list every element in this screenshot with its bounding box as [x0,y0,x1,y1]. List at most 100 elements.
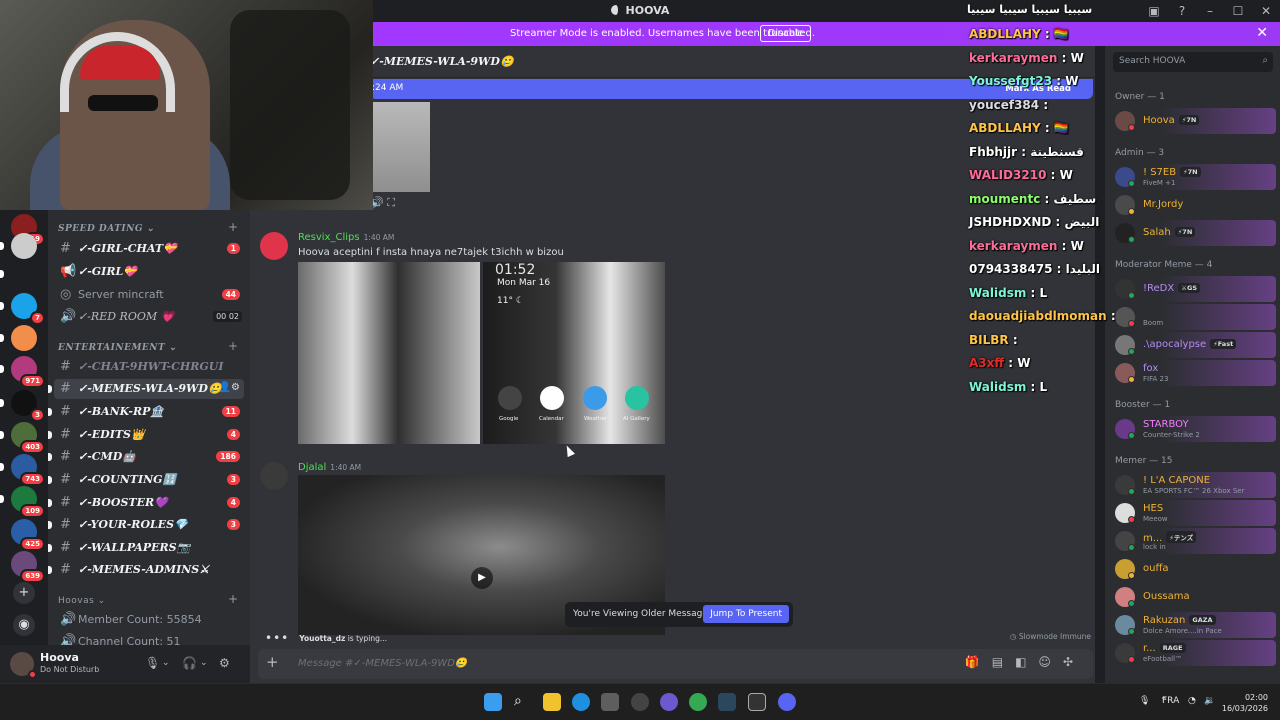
server-icon[interactable]: 639 [11,551,45,583]
file-explorer-icon[interactable] [543,693,561,711]
app-icon[interactable] [660,693,678,711]
server-icon[interactable]: 743 [0,454,45,486]
jump-to-present-button[interactable]: Jump To Present [703,605,789,623]
member-item[interactable]: Hoova ⚡7N [1111,108,1276,134]
search-bar[interactable]: Search HOOVA ⌕ [1113,52,1273,72]
server-icon[interactable]: 971 [0,356,45,388]
channel-member-count[interactable]: 🔊 Member Count: 55854 [54,610,244,630]
channel-wallpapers[interactable]: # ✓-WALLPAPERS📷 [48,538,244,558]
channel-counting[interactable]: # ✓-COUNTING🔢 3 [48,470,244,490]
message-author[interactable]: Resvix_Clips [298,232,360,243]
channel-memes-admins[interactable]: # ✓-MEMES-ADMINS⚔ [48,560,244,580]
chevron-down-icon[interactable]: ⌄ [200,658,208,668]
close-icon[interactable]: ✕ [1256,25,1268,41]
server-icon[interactable]: 425 [11,519,45,551]
member-item[interactable]: Rakuzan GAZA Dolce Amore....in Pace [1111,612,1276,638]
member-item[interactable]: ouffa [1111,556,1276,582]
language-indicator[interactable]: FRA [1162,696,1179,706]
chevron-down-icon[interactable]: ⌄ [162,658,170,668]
volume-icon[interactable]: 🔉 [1204,696,1215,706]
app-icon[interactable] [631,693,649,711]
server-icon[interactable] [0,261,37,287]
mic-icon[interactable]: 🎙 [145,656,160,670]
obs-icon[interactable] [748,693,766,711]
channel-red-room[interactable]: 🔊 ✓-RED ROOM 💗 00 02 [54,307,244,327]
attachment-image[interactable] [298,262,480,444]
minimize-button[interactable]: – [1196,0,1224,22]
channel-settings-icon[interactable]: 👤⚙ [219,382,240,393]
search-icon[interactable]: ⌕ [514,693,532,711]
member-item[interactable]: HES Meeow [1111,500,1276,526]
search-input[interactable]: Search HOOVA [1119,56,1185,66]
category-speed-dating[interactable]: SPEED DATING ⌄ [58,224,155,234]
channel-memes-wla-9wd[interactable]: # ✓-MEMES-WLA-9WD🥲 👤⚙ [48,379,244,399]
message-input[interactable]: Message #✓-MEMES-WLA-9WD🥲 [298,658,467,669]
server-icon[interactable]: 3 [0,390,45,422]
chrome-icon[interactable] [689,693,707,711]
steam-icon[interactable] [718,693,736,711]
add-channel-icon[interactable]: + [228,592,238,606]
previous-video-thumbnail[interactable] [370,102,430,192]
member-item[interactable]: STARBOY Counter-Strike 2 [1111,416,1276,442]
member-item[interactable]: ! S7EB ⚡7N FiveM +1 [1111,164,1276,190]
member-item[interactable]: .\apocalypse ⚡Fast [1111,332,1276,358]
channel-server-minecraft[interactable]: ◎ Server mincraft 44 [54,285,244,305]
fullscreen-icon[interactable]: ⛶ [387,196,395,209]
headphones-icon[interactable]: 🎧 [182,656,197,670]
system-clock[interactable]: 02:00 16/03/2026 [1222,692,1268,714]
store-icon[interactable] [601,693,619,711]
category-entertainement[interactable]: ENTERTAINEMENT ⌄ [58,343,177,353]
channel-girl-chat[interactable]: # ✓-GIRL-CHAT💝 1 [54,239,244,259]
windows-start-icon[interactable] [484,693,502,711]
edge-icon[interactable] [572,693,590,711]
channel-girl[interactable]: 📢 ✓-GIRL💝 [54,262,244,282]
discord-icon[interactable] [778,693,796,711]
channel-edits[interactable]: # ✓-EDITS👑 4 [48,425,244,445]
wifi-icon[interactable]: ◔ [1188,696,1196,706]
emoji-icon[interactable]: ☺ [1038,655,1063,669]
discover-icon[interactable]: ◉ [13,614,35,636]
gif-icon[interactable]: ▤ [992,655,1015,669]
disable-streamer-button[interactable]: Disable [760,25,812,42]
channel-cmd[interactable]: # ✓-CMD🤖 186 [48,447,244,467]
member-item[interactable]: ! L'A CAPONE EA SPORTS FC™ 26 Xbox Ser [1111,472,1276,498]
channel-booster[interactable]: # ✓-BOOSTER💜 4 [48,493,244,513]
close-button[interactable]: ✕ [1252,0,1280,22]
channel-channel-count[interactable]: 🔊 Channel Count: 51 [54,632,244,645]
avatar[interactable] [260,462,288,490]
server-icon[interactable]: 7 [0,293,45,325]
member-item[interactable]: r... RAGE eFootball™ [1111,640,1276,666]
member-item[interactable]: Mr.Jordy [1111,192,1276,218]
message-composer[interactable]: + Message #✓-MEMES-WLA-9WD🥲 🎁▤◧☺✣ [258,649,1093,679]
member-item[interactable]: !ReDX ⚔GS [1111,276,1276,302]
server-icon[interactable]: 109 [0,486,45,518]
add-server-icon[interactable]: + [13,582,35,604]
server-icon[interactable]: 403 [0,422,45,454]
avatar[interactable] [260,232,288,260]
mic-icon[interactable]: 🎙 [1139,696,1150,706]
add-channel-icon[interactable]: + [228,339,238,353]
gift-icon[interactable]: 🎁 [965,655,992,669]
maximize-button[interactable]: ☐ [1224,0,1252,22]
inbox-icon[interactable]: ▣ [1140,0,1168,22]
server-icon[interactable] [0,233,37,259]
play-icon[interactable]: ▶ [471,567,493,589]
apps-icon[interactable]: ✣ [1063,655,1085,669]
sticker-icon[interactable]: ◧ [1015,655,1038,669]
member-item[interactable]: Oussama [1111,584,1276,610]
message-author[interactable]: Djalal [298,462,326,473]
channel-chat-9hwt[interactable]: # ✓-CHAT-9HWT-CHRGUI [54,357,244,377]
member-item[interactable]: Salah ⚡7N [1111,220,1276,246]
member-item[interactable]: Boom [1111,304,1276,330]
help-icon[interactable]: ? [1168,0,1196,22]
add-channel-icon[interactable]: + [228,220,238,234]
server-icon[interactable] [0,325,37,351]
attachment-image-phone[interactable]: 01:52 Mon Mar 16 11° ☾ Google Calendar W… [483,262,665,444]
channel-your-roles[interactable]: # ✓-YOUR-ROLES💎 3 [48,515,244,535]
channel-bank-rp[interactable]: # ✓-BANK-RP🏦 11 [48,402,244,422]
member-item[interactable]: fox FIFA 23 [1111,360,1276,386]
gear-icon[interactable]: ⚙ [219,656,230,670]
category-hoovas[interactable]: Hoovas ⌄ [58,596,106,606]
member-item[interactable]: m... ⚡テンズ lock in [1111,528,1276,554]
add-attachment-icon[interactable]: + [266,653,279,671]
